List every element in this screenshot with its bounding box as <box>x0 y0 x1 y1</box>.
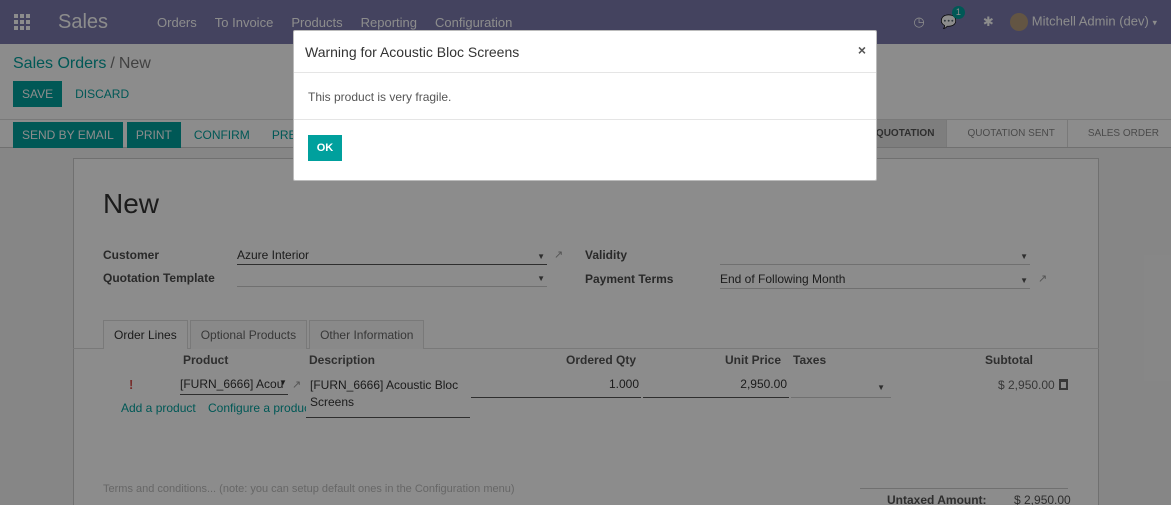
dialog-footer: OK <box>294 120 876 176</box>
dialog-body: This product is very fragile. <box>294 73 876 120</box>
warning-dialog: Warning for Acoustic Bloc Screens × This… <box>293 30 877 181</box>
dialog-header: Warning for Acoustic Bloc Screens <box>294 31 876 73</box>
dialog-message: This product is very fragile. <box>308 90 452 104</box>
dialog-title: Warning for Acoustic Bloc Screens <box>305 43 520 60</box>
ok-button[interactable]: OK <box>308 135 342 161</box>
close-icon[interactable]: × <box>858 42 866 58</box>
